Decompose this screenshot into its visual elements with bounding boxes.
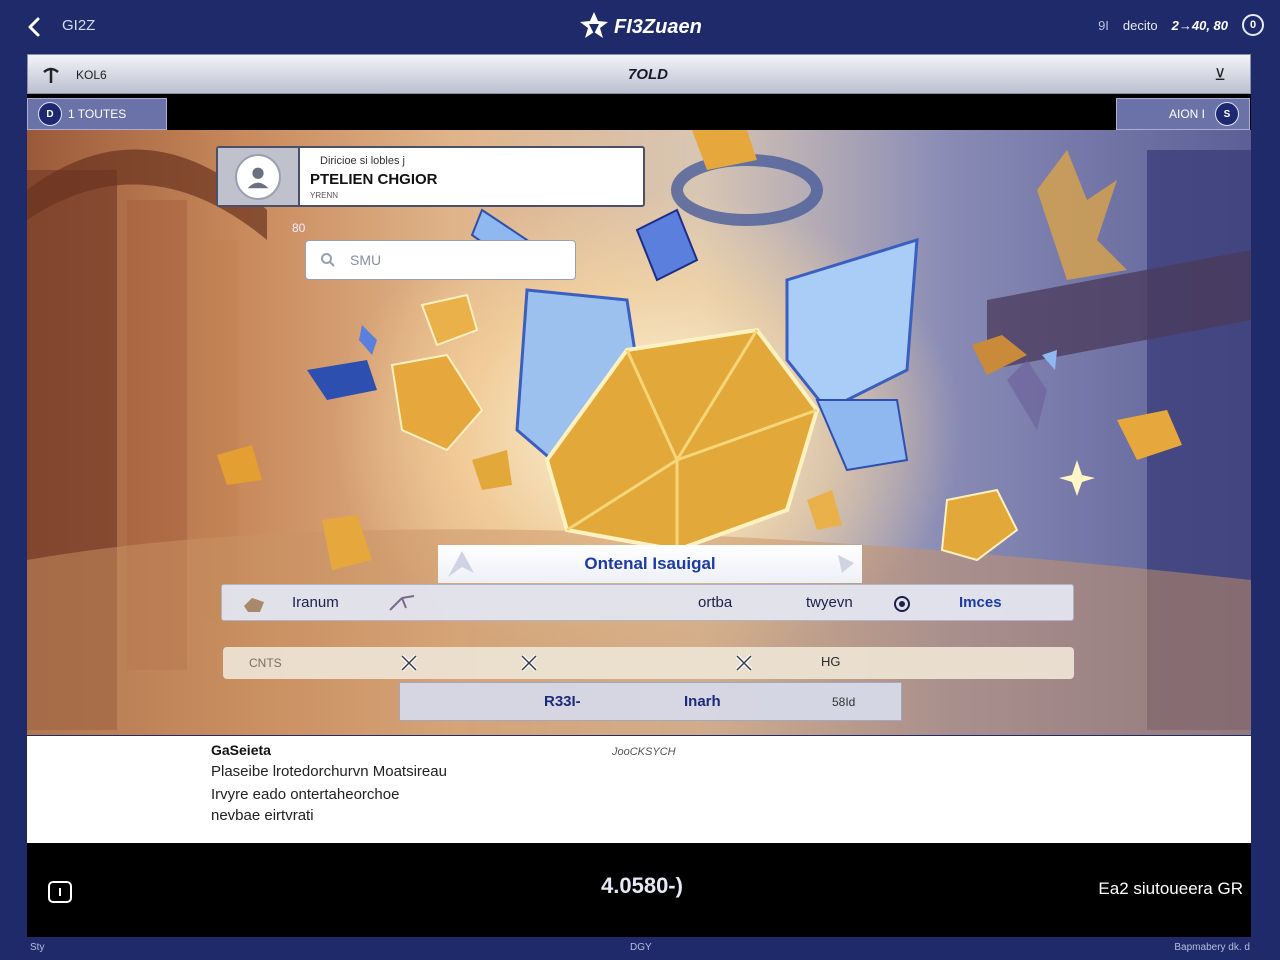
- description-meta: JooCKSYCH: [612, 746, 676, 758]
- screen-icon[interactable]: [47, 880, 73, 904]
- avatar-frame: [218, 148, 300, 205]
- search-icon: [321, 253, 335, 267]
- description-line: Plaseibe lrotedorchurvn Moatsireau: [211, 763, 447, 780]
- topbar-status: 9I decito 2→40, 80 0: [1098, 14, 1264, 36]
- tab-badge-dot: S: [1215, 102, 1239, 126]
- reward-banner: Ontenal Isauigal: [438, 545, 862, 583]
- gear-icon[interactable]: [892, 594, 912, 614]
- chevron-left-icon: [28, 17, 40, 37]
- treasure-burst-illustration: [27, 130, 1251, 735]
- player-subtitle: Diricioe si lobles j: [320, 155, 405, 167]
- reward-title: Ontenal Isauigal: [584, 554, 716, 573]
- x-icon[interactable]: [397, 651, 421, 675]
- filter-value: HG: [821, 654, 841, 669]
- tab-band: [27, 94, 1251, 130]
- stat-left: 9I: [1098, 17, 1109, 33]
- description-panel: GaSeieta JooCKSYCH Plaseibe lrotedorchur…: [27, 736, 1251, 843]
- tab-label: AION I: [1168, 107, 1205, 121]
- menu-icon[interactable]: ⊻: [1214, 65, 1226, 85]
- pick-icon: [389, 595, 415, 611]
- counter-display: 4.0580-): [601, 873, 683, 898]
- result-mid: Inarh: [684, 693, 721, 710]
- avatar-icon: [235, 153, 281, 200]
- header-left-label: KOL6: [76, 68, 107, 82]
- brand[interactable]: FI3Zuaen: [578, 10, 702, 45]
- star-logo-icon: [578, 10, 610, 45]
- level-tag: 80: [292, 221, 306, 235]
- wing-icon: [838, 555, 854, 573]
- back-label: GI2Z: [62, 17, 96, 34]
- info-icon[interactable]: 0: [1242, 14, 1264, 36]
- header-strip: KOL6 7OLD ⊻: [27, 54, 1251, 94]
- top-bar: GI2Z FI3Zuaen 9I decito 2→40, 80 0: [0, 0, 1280, 54]
- wing-icon: [448, 551, 474, 577]
- stat-mid: decito: [1122, 17, 1158, 33]
- footer: Sty DGY Bapmabery dk. d: [0, 937, 1280, 960]
- stat-ortba: ortba: [698, 594, 733, 611]
- tab-toutes[interactable]: D 1 TOUTES: [27, 98, 167, 130]
- brand-name: FI3Zuaen: [614, 16, 702, 38]
- player-name: PTELIEN CHGIOR: [310, 171, 438, 188]
- stats-bar: Iranum ortba twyevn Imces: [221, 584, 1074, 621]
- page-title: 7OLD: [627, 66, 668, 83]
- stat-iranum: Iranum: [292, 594, 339, 611]
- result-left: R33I-: [544, 693, 581, 710]
- description-line: Irvyre eado ontertaheorchoe: [211, 786, 400, 803]
- search-placeholder: SMU: [350, 252, 382, 268]
- tab-badge-dot: D: [38, 102, 62, 126]
- filter-row: CNTS HG: [223, 647, 1074, 679]
- pickaxe-icon: [43, 67, 59, 83]
- footer-right: Bapmabery dk. d: [1174, 942, 1250, 953]
- wallet-balance[interactable]: 2→40, 80: [1172, 18, 1228, 33]
- stat-twyevn: twyevn: [806, 594, 853, 611]
- player-tag: YRENN: [310, 191, 339, 200]
- result-bar: R33I- Inarh 58Id: [399, 682, 902, 721]
- description-line: nevbae eirtvrati: [211, 807, 314, 824]
- back-button[interactable]: [22, 14, 48, 40]
- x-icon[interactable]: [517, 651, 541, 675]
- x-icon[interactable]: [732, 651, 756, 675]
- bottom-action-button[interactable]: Ea2 siutoueera GR: [1098, 879, 1243, 899]
- filter-label: CNTS: [249, 656, 282, 670]
- footer-left: Sty: [30, 942, 45, 953]
- ore-icon: [244, 598, 264, 612]
- description-title: GaSeieta: [211, 742, 271, 758]
- tab-aion[interactable]: AION I S: [1116, 98, 1250, 130]
- tab-label: 1 TOUTES: [68, 107, 127, 121]
- game-scene: [27, 130, 1251, 735]
- search-input[interactable]: SMU: [305, 240, 576, 280]
- bottom-bar: 4.0580-) Ea2 siutoueera GR: [27, 843, 1251, 937]
- player-card[interactable]: Diricioe si lobles j PTELIEN CHGIOR YREN…: [216, 146, 645, 207]
- footer-center: DGY: [630, 942, 652, 953]
- stat-imces[interactable]: Imces: [959, 594, 1002, 611]
- result-right: 58Id: [832, 695, 856, 709]
